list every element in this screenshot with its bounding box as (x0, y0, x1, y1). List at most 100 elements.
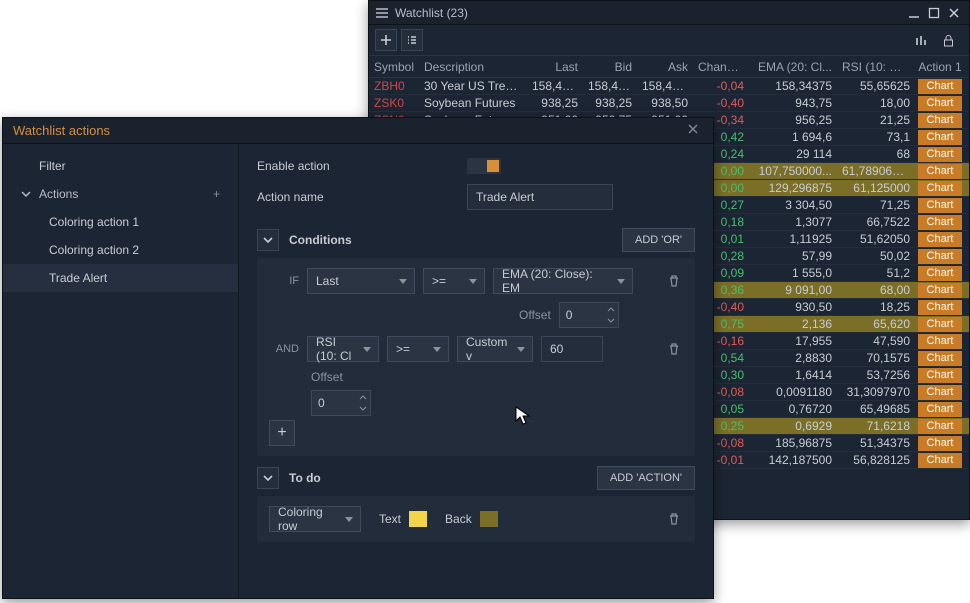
condition-1-field-a[interactable]: Last (307, 268, 415, 294)
enable-action-label: Enable action (257, 159, 467, 173)
chart-button[interactable]: Chart (918, 368, 962, 383)
spin-down-icon[interactable] (356, 403, 370, 415)
condition-1-field-b[interactable]: EMA (20: Close): EM (493, 268, 633, 294)
todo-panel: Coloring row Text Back (257, 496, 695, 542)
cell-rsi: 66,7522 (837, 215, 915, 229)
chart-button[interactable]: Chart (918, 249, 962, 264)
cell-ema: 1,6414 (749, 368, 837, 382)
todo-action-select[interactable]: Coloring row (269, 506, 361, 532)
chart-button[interactable]: Chart (918, 300, 962, 315)
condition-1-operator[interactable]: >= (423, 268, 485, 294)
columns-icon[interactable] (911, 29, 933, 51)
cell-ema: 2,136 (749, 317, 837, 331)
condition-2-custom-value[interactable] (541, 336, 603, 362)
chart-button[interactable]: Chart (918, 113, 962, 128)
spin-down-icon[interactable] (604, 315, 618, 327)
close-button[interactable] (945, 6, 963, 20)
delete-condition-2-icon[interactable] (665, 340, 683, 358)
cell-ask: 158,46... (637, 79, 693, 93)
lock-icon[interactable] (937, 29, 959, 51)
chart-button[interactable]: Chart (918, 130, 962, 145)
chart-button[interactable]: Chart (918, 317, 962, 332)
cell-ema: 943,75 (749, 96, 837, 110)
condition-2-field-a[interactable]: RSI (10: Cl (307, 336, 379, 362)
offset-2-input[interactable] (311, 390, 371, 416)
cell-rsi: 51,2 (837, 266, 915, 280)
add-condition-button[interactable]: + (269, 420, 295, 446)
chart-button[interactable]: Chart (918, 164, 962, 179)
sidebar-item-coloring-1[interactable]: Coloring action 1 (3, 208, 238, 236)
conditions-collapse-button[interactable] (257, 229, 279, 251)
header-change[interactable]: Change.. (693, 60, 749, 74)
header-action[interactable]: Action 1 (915, 60, 965, 74)
cell-rsi: 73,1 (837, 130, 915, 144)
if-label: IF (269, 275, 299, 287)
table-row[interactable]: ZSK0Soybean Futures938,25938,25938,50-0,… (369, 95, 969, 112)
header-description[interactable]: Description (419, 60, 527, 74)
text-color-swatch[interactable] (409, 511, 427, 527)
todo-collapse-button[interactable] (257, 467, 279, 489)
chart-button[interactable]: Chart (918, 385, 962, 400)
condition-2-field-b[interactable]: Custom v (457, 336, 533, 362)
menu-icon[interactable] (375, 6, 389, 20)
cell-description: 30 Year US Trea... (419, 79, 527, 93)
list-view-button[interactable] (401, 29, 423, 51)
cell-ema: 17,955 (749, 334, 837, 348)
chart-button[interactable]: Chart (918, 436, 962, 451)
maximize-button[interactable] (925, 6, 943, 20)
chart-button[interactable]: Chart (918, 79, 962, 94)
enable-action-toggle[interactable] (467, 158, 501, 174)
header-ask[interactable]: Ask (637, 60, 693, 74)
header-bid[interactable]: Bid (583, 60, 637, 74)
action-name-label: Action name (257, 190, 467, 204)
and-label: AND (269, 343, 299, 355)
chart-button[interactable]: Chart (918, 232, 962, 247)
cell-ema: 185,96875 (749, 436, 837, 450)
grid-header: Symbol Description Last Bid Ask Change..… (369, 56, 969, 78)
spin-up-icon[interactable] (604, 303, 618, 315)
header-ema[interactable]: EMA (20: Cl... (749, 60, 837, 74)
condition-row-1: IF Last >= EMA (20: Close): EM (269, 268, 683, 294)
add-symbol-button[interactable] (375, 29, 397, 51)
chart-button[interactable]: Chart (918, 266, 962, 281)
add-action-icon[interactable]: + (213, 187, 220, 201)
chart-button[interactable]: Chart (918, 147, 962, 162)
chart-button[interactable]: Chart (918, 351, 962, 366)
delete-condition-1-icon[interactable] (665, 272, 683, 290)
sidebar-filter[interactable]: Filter (3, 152, 238, 180)
cell-rsi: 18,25 (837, 300, 915, 314)
chart-button[interactable]: Chart (918, 215, 962, 230)
delete-todo-icon[interactable] (665, 510, 683, 528)
cell-ema: 1,11925 (749, 232, 837, 246)
minimize-button[interactable] (905, 6, 923, 20)
chevron-down-icon (21, 189, 33, 199)
header-rsi[interactable]: RSI (10: Cl... (837, 60, 915, 74)
chart-button[interactable]: Chart (918, 453, 962, 468)
sidebar-item-coloring-2[interactable]: Coloring action 2 (3, 236, 238, 264)
back-color-swatch[interactable] (480, 511, 498, 527)
chart-button[interactable]: Chart (918, 96, 962, 111)
chart-button[interactable]: Chart (918, 419, 962, 434)
action-name-input[interactable] (467, 184, 613, 210)
sidebar-item-trade-alert[interactable]: Trade Alert (3, 264, 238, 292)
sidebar-actions-heading[interactable]: Actions + (3, 180, 238, 208)
add-or-button[interactable]: ADD 'OR' (622, 228, 695, 252)
cell-ema: 29 114 (749, 147, 837, 161)
chart-button[interactable]: Chart (918, 334, 962, 349)
offset-1-input[interactable] (559, 302, 619, 328)
offset-2-label: Offset (311, 370, 683, 384)
cell-ema: 956,25 (749, 113, 837, 127)
table-row[interactable]: ZBH030 Year US Trea...158,43...158,43...… (369, 78, 969, 95)
cell-rsi: 53,7256 (837, 368, 915, 382)
header-last[interactable]: Last (527, 60, 583, 74)
chart-button[interactable]: Chart (918, 402, 962, 417)
actions-titlebar: Watchlist actions (3, 118, 713, 144)
close-icon[interactable] (687, 123, 703, 139)
spin-up-icon[interactable] (356, 391, 370, 403)
chart-button[interactable]: Chart (918, 198, 962, 213)
condition-2-operator[interactable]: >= (387, 336, 449, 362)
chart-button[interactable]: Chart (918, 283, 962, 298)
add-action-button[interactable]: ADD 'ACTION' (597, 466, 695, 490)
header-symbol[interactable]: Symbol (369, 60, 419, 74)
chart-button[interactable]: Chart (918, 181, 962, 196)
